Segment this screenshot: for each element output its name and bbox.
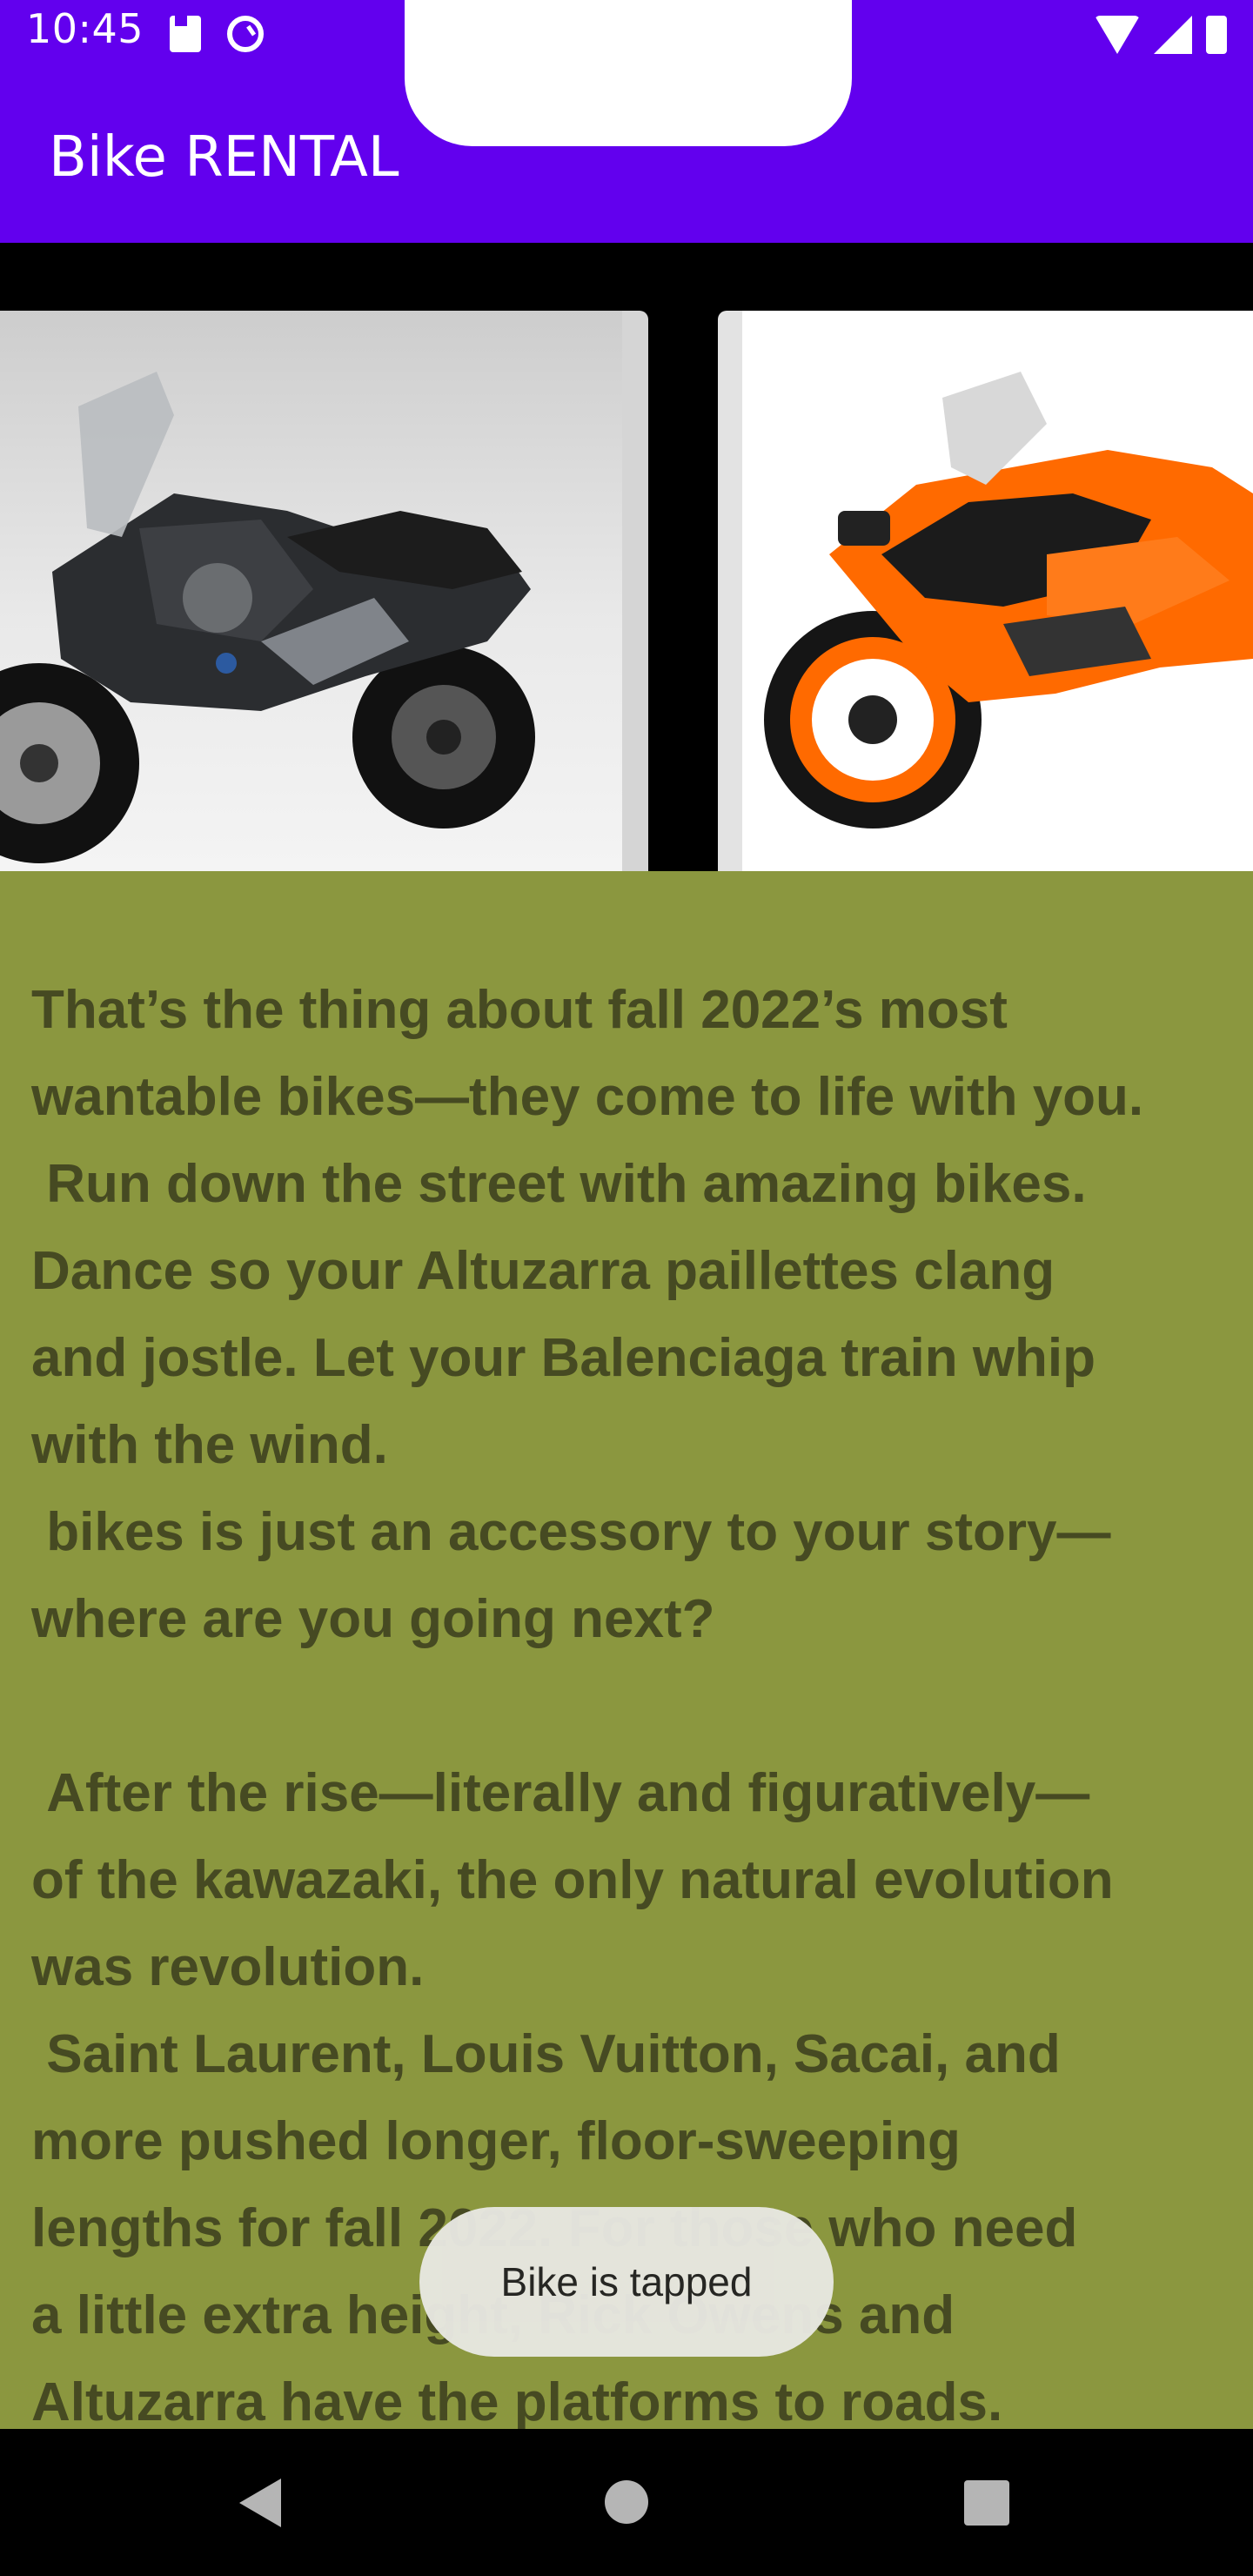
status-icons-right (1095, 16, 1227, 54)
wifi-icon (1095, 16, 1140, 54)
motorcycle-icon (0, 372, 535, 863)
bike-image-ktm-rc[interactable] (742, 311, 1253, 871)
sd-card-icon (170, 16, 201, 52)
recents-icon[interactable] (964, 2480, 1009, 2526)
bike-image-bmw-adventure[interactable] (0, 311, 622, 871)
bike-card-ktm[interactable] (718, 311, 1253, 871)
bike-card-bmw[interactable] (0, 311, 648, 871)
toast-message: Bike is tapped (419, 2207, 834, 2357)
camera-notch (405, 0, 852, 146)
status-icons-left (170, 16, 264, 52)
cell-signal-icon (1154, 16, 1192, 54)
battery-icon (1206, 16, 1227, 54)
accessibility-icon (227, 16, 264, 52)
bike-carousel[interactable] (0, 243, 1253, 871)
status-time: 10:45 (26, 5, 144, 52)
article-section: That’s the thing about fall 2022’s most … (0, 871, 1253, 2429)
back-icon[interactable] (239, 2479, 281, 2527)
app-title: Bike RENTAL (49, 125, 399, 190)
home-icon[interactable] (605, 2480, 648, 2524)
motorcycle-icon (764, 372, 1253, 828)
